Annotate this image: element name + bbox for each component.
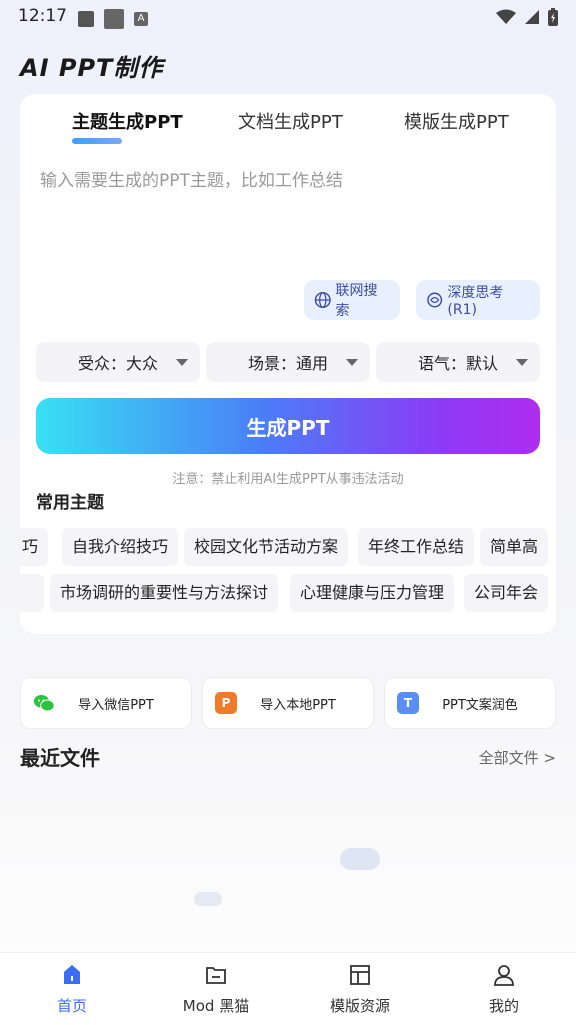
topics-row-2: 市场调研的重要性与方法探讨 心理健康与压力管理 公司年会 bbox=[20, 574, 556, 612]
topic-input[interactable]: 输入需要生成的PPT主题，比如工作总结 bbox=[40, 166, 343, 191]
nav-mod-label: Mod 黑猫 bbox=[182, 997, 250, 1015]
globe-icon bbox=[314, 291, 331, 309]
battery-icon bbox=[548, 8, 558, 26]
folder-icon bbox=[206, 967, 226, 984]
empty-cloud-illustration bbox=[194, 892, 222, 906]
nav-templates[interactable]: 模版资源 bbox=[300, 963, 420, 1016]
ppt-copy-polish-button[interactable]: T PPT文案润色 bbox=[384, 677, 556, 729]
app-title: AI PPT制作 bbox=[20, 54, 164, 82]
generator-card: 主题生成PPT 文档生成PPT 模版生成PPT 输入需要生成的PPT主题，比如工… bbox=[20, 94, 556, 634]
nav-home[interactable]: 首页 bbox=[12, 963, 132, 1016]
nav-home-label: 首页 bbox=[56, 997, 87, 1015]
tab-document-generate[interactable]: 文档生成PPT bbox=[238, 108, 343, 134]
topics-row-1: 巧 自我介绍技巧 校园文化节活动方案 年终工作总结 简单高 bbox=[20, 528, 556, 566]
tab-bar: 主题生成PPT 文档生成PPT 模版生成PPT bbox=[20, 108, 556, 144]
topic-tag[interactable]: 公司年会 bbox=[464, 574, 549, 612]
nav-mod[interactable]: Mod 黑猫 bbox=[156, 963, 276, 1016]
topic-tag[interactable]: 心理健康与压力管理 bbox=[290, 574, 455, 612]
image-icon bbox=[78, 11, 94, 27]
import-local-ppt-label: 导入本地PPT bbox=[260, 697, 336, 713]
template-icon bbox=[350, 965, 370, 985]
nav-templates-label: 模版资源 bbox=[329, 997, 390, 1015]
nav-profile[interactable]: 我的 bbox=[444, 963, 564, 1016]
all-files-link[interactable]: 全部文件 > bbox=[479, 747, 556, 768]
audience-select-label: 受众：大众 bbox=[77, 354, 158, 373]
topic-tag[interactable]: 巧 bbox=[20, 528, 48, 566]
user-icon bbox=[494, 965, 514, 986]
tab-template-generate[interactable]: 模版生成PPT bbox=[404, 108, 509, 134]
scene-select-label: 场景：通用 bbox=[247, 354, 328, 373]
topic-tag[interactable]: 市场调研的重要性与方法探讨 bbox=[50, 574, 279, 612]
recent-files-title: 最近文件 bbox=[20, 746, 100, 770]
chevron-down-icon bbox=[516, 359, 528, 366]
deep-think-label: 深度思考(R1) bbox=[447, 285, 504, 318]
import-local-ppt-button[interactable]: P 导入本地PPT bbox=[202, 677, 374, 729]
option-selects: 受众：大众 场景：通用 语气：默认 bbox=[36, 342, 540, 382]
audience-select[interactable]: 受众：大众 bbox=[36, 342, 200, 382]
ppt-copy-polish-label: PPT文案润色 bbox=[442, 697, 518, 713]
empty-cloud-illustration bbox=[340, 848, 380, 870]
a-icon: A bbox=[134, 12, 148, 26]
text-t-icon: T bbox=[397, 692, 419, 714]
bottom-nav: 首页 Mod 黑猫 模版资源 我的 bbox=[0, 952, 576, 1025]
signal-icon bbox=[525, 10, 539, 24]
web-search-label: 联网搜索 bbox=[335, 283, 378, 319]
topic-tag[interactable] bbox=[20, 574, 44, 612]
square-icon bbox=[104, 9, 124, 29]
common-topics-title: 常用主题 bbox=[36, 493, 104, 513]
import-wechat-ppt-button[interactable]: 导入微信PPT bbox=[20, 677, 192, 729]
scene-select[interactable]: 场景：通用 bbox=[206, 342, 370, 382]
tone-select-label: 语气：默认 bbox=[417, 354, 498, 373]
topic-tag[interactable]: 简单高 bbox=[480, 528, 549, 566]
notice-text: 注意：禁止利用AI生成PPT从事违法活动 bbox=[172, 472, 404, 487]
brain-icon bbox=[427, 292, 443, 308]
home-icon bbox=[64, 965, 80, 984]
web-search-button[interactable]: 联网搜索 bbox=[304, 280, 400, 320]
chevron-down-icon bbox=[176, 359, 188, 366]
status-time: 12:17 bbox=[18, 6, 67, 26]
import-wechat-ppt-label: 导入微信PPT bbox=[78, 697, 154, 713]
chevron-down-icon bbox=[346, 359, 358, 366]
tab-active-indicator bbox=[72, 138, 122, 144]
tone-select[interactable]: 语气：默认 bbox=[376, 342, 540, 382]
wifi-icon bbox=[496, 9, 516, 24]
ppt-file-icon: P bbox=[215, 692, 237, 714]
generate-ppt-button[interactable]: 生成PPT bbox=[36, 398, 540, 454]
topic-tag[interactable]: 校园文化节活动方案 bbox=[184, 528, 349, 566]
topic-tag[interactable]: 自我介绍技巧 bbox=[62, 528, 179, 566]
topic-tag[interactable]: 年终工作总结 bbox=[358, 528, 475, 566]
nav-profile-label: 我的 bbox=[488, 997, 519, 1015]
wechat-icon bbox=[33, 694, 55, 712]
deep-think-button[interactable]: 深度思考(R1) bbox=[416, 280, 540, 320]
tab-topic-generate[interactable]: 主题生成PPT bbox=[72, 108, 183, 134]
status-bar: 12:17 A bbox=[0, 0, 576, 34]
